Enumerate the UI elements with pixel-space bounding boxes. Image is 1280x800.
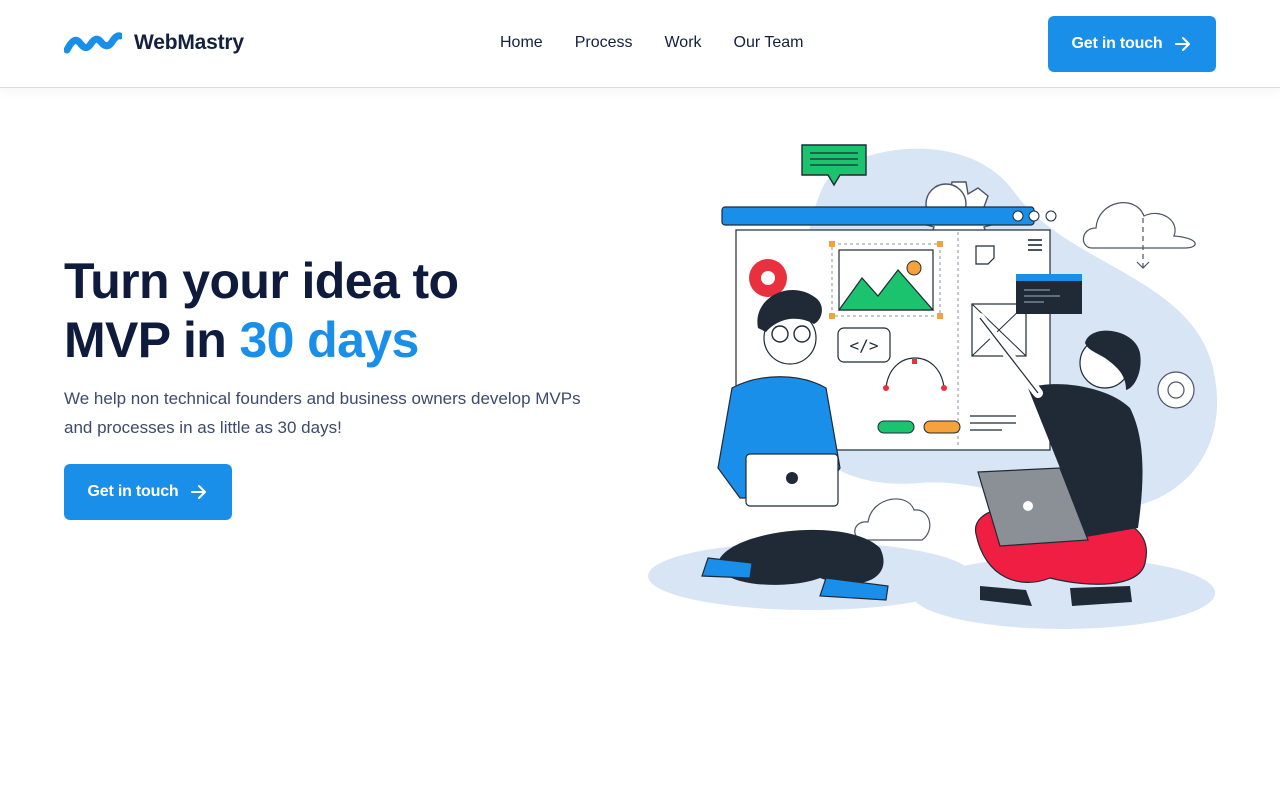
nav-link-process[interactable]: Process	[575, 33, 633, 53]
hero-subtitle: We help non technical founders and busin…	[64, 389, 581, 437]
arrow-right-icon	[191, 485, 207, 499]
developers-building-mvp-illustration: </>	[648, 144, 1218, 629]
wave-logo-icon	[64, 32, 122, 54]
hero-title-line1: Turn your idea to	[64, 253, 459, 309]
brand-name: WebMastry	[134, 31, 244, 54]
hero-title-accent: 30 days	[239, 312, 419, 368]
nav-link-work[interactable]: Work	[664, 33, 701, 53]
cloud-download-icon	[1082, 202, 1196, 269]
cloud-icon	[854, 498, 931, 541]
hero-title-line2-prefix: MVP in	[64, 312, 240, 368]
hero-cta-label: Get in touch	[87, 483, 179, 500]
brand-logo-link[interactable]: WebMastry	[64, 30, 244, 56]
top-navbar: WebMastry Home Process Work Our Team Get…	[0, 0, 1280, 88]
nav-get-in-touch-button[interactable]: Get in touch	[1048, 16, 1216, 72]
nav-link-our-team[interactable]: Our Team	[734, 33, 804, 53]
arrow-right-icon	[1175, 37, 1191, 51]
main-nav: Home Process Work Our Team	[500, 33, 803, 53]
hero-get-in-touch-button[interactable]: Get in touch	[64, 464, 232, 520]
nav-cta-label: Get in touch	[1071, 35, 1163, 52]
nav-link-home[interactable]: Home	[500, 33, 543, 53]
gear-outline-icon	[1157, 371, 1195, 409]
red-gear-icon	[749, 259, 787, 297]
hero-title: Turn your idea to MVP in 30 days	[64, 252, 624, 370]
svg-text:</>: </>	[850, 336, 879, 355]
